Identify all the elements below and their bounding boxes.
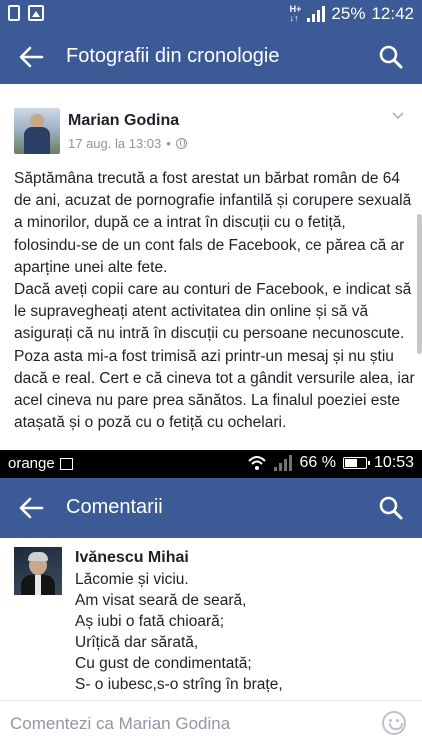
- author-avatar[interactable]: [14, 108, 60, 154]
- comment-line: Cu gust de condimentată;: [75, 655, 252, 672]
- comment-list: Ivănescu Mihai Lăcomie și viciu. Am visa…: [0, 538, 422, 700]
- comment-line: Lăcomie și viciu.: [75, 571, 189, 588]
- carrier-name: orange: [8, 455, 55, 472]
- globe-icon: [175, 138, 187, 149]
- search-icon[interactable]: [378, 44, 404, 70]
- post-paragraph: Săptămâna trecută a fost arestat un bărb…: [14, 170, 412, 276]
- battery-icon: [342, 457, 370, 469]
- comment-body: Lăcomie și viciu. Am visat seară de sear…: [75, 569, 283, 695]
- chevron-down-icon[interactable]: [392, 110, 404, 122]
- status-time: 12:42: [371, 4, 414, 23]
- gallery-icon: [28, 5, 44, 21]
- scrollbar[interactable]: [417, 214, 422, 354]
- post-meta: 17 aug. la 13:03 •: [68, 136, 187, 151]
- signal-icon: [274, 455, 293, 471]
- status-bar-top: H+ ↓↑ 25% 12:42: [0, 0, 422, 30]
- post-body: Săptămâna trecută a fost arestat un bărb…: [14, 168, 416, 434]
- arrow-left-icon[interactable]: [16, 43, 46, 71]
- comment-line: S- o iubesc,s-o strîng în brațe,: [75, 676, 283, 693]
- page-title: Comentarii: [66, 496, 163, 518]
- wifi-icon: [248, 456, 267, 470]
- gallery-icon: [59, 457, 73, 470]
- meta-separator: •: [166, 136, 171, 151]
- comment-author[interactable]: Ivănescu Mihai: [75, 549, 189, 567]
- status-bar-bottom: orange 66 % 10:53: [0, 450, 422, 478]
- comment-line: Aș iubi o fată chioară;: [75, 613, 225, 630]
- search-icon[interactable]: [378, 495, 404, 521]
- battery-percent: 66 %: [299, 454, 336, 471]
- ht-icon: H+ ↓↑: [289, 4, 302, 23]
- arrow-left-icon[interactable]: [16, 494, 46, 522]
- post: Marian Godina 17 aug. la 13:03 • Săptămâ…: [0, 84, 422, 450]
- post-date[interactable]: 17 aug. la 13:03: [68, 136, 161, 151]
- post-author[interactable]: Marian Godina: [68, 112, 179, 130]
- comment-line: Am visat seară de seară,: [75, 592, 247, 609]
- commenter-avatar[interactable]: [14, 547, 62, 595]
- battery-percent: 25%: [331, 4, 366, 23]
- post-paragraph: Poza asta mi-a fost trimisă azi printr-u…: [14, 347, 415, 432]
- page-title: Fotografii din cronologie: [66, 45, 280, 67]
- smiley-icon[interactable]: [382, 711, 406, 735]
- status-time: 10:53: [373, 454, 414, 471]
- comment-line: Urîțică dar sărată,: [75, 634, 199, 651]
- app-toolbar-bottom: Comentarii: [0, 478, 422, 538]
- comment-input[interactable]: Comentezi ca Marian Godina: [10, 714, 230, 734]
- post-paragraph: Dacă aveți copii care au conturi de Face…: [14, 281, 412, 343]
- signal-icon: [307, 6, 326, 22]
- app-toolbar-top: Fotografii din cronologie: [0, 30, 422, 84]
- sim-icon: [8, 5, 20, 21]
- comment-composer[interactable]: Comentezi ca Marian Godina: [0, 700, 422, 750]
